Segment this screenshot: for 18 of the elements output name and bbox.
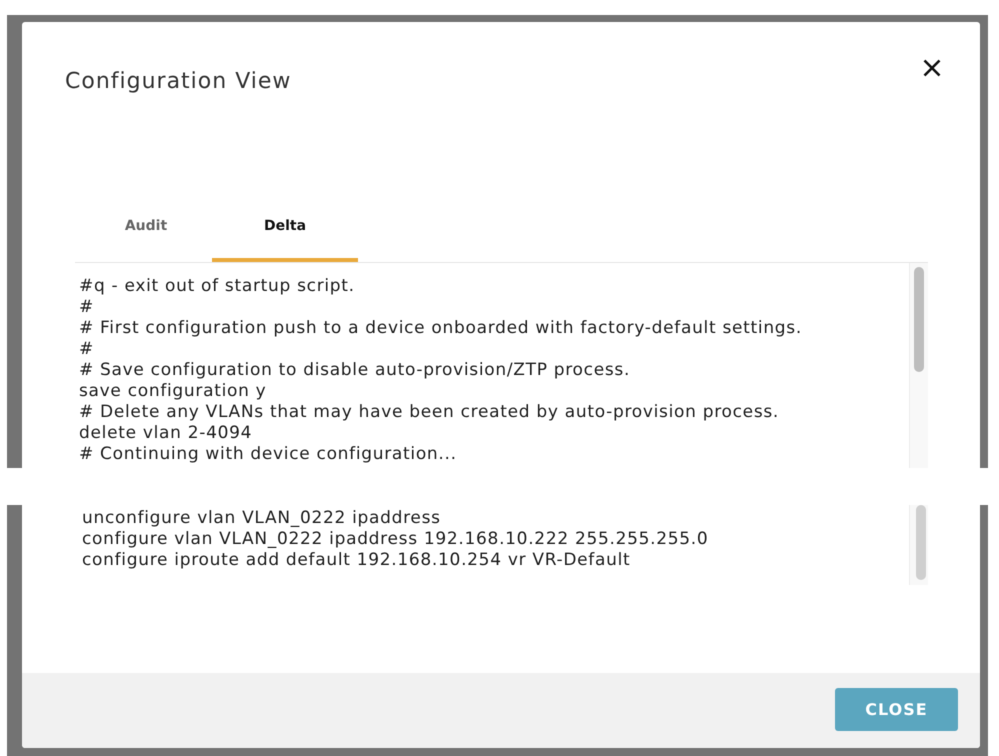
code-line: unconfigure vlan VLAN_0222 ipaddress [82, 508, 442, 529]
code-line: delete vlan 2-4094 [79, 423, 254, 444]
code-line: # Continuing with device configuration... [79, 444, 458, 465]
code-line: # First configuration push to a device onboarded with factory-default settings. [79, 318, 803, 339]
code-line: # Delete any VLANs that may have been created by auto-provision process. [79, 402, 780, 423]
code-line: # [79, 297, 95, 318]
scrollbar-thumb[interactable] [916, 505, 926, 580]
tab[interactable]: Delta [212, 202, 358, 262]
code-line: # [79, 339, 95, 360]
scrollbar-thumb[interactable] [914, 267, 924, 372]
close-icon[interactable] [923, 59, 941, 77]
dialog-title: Configuration View [65, 68, 292, 96]
code-line: configure vlan VLAN_0222 ipaddress 192.168.10.222 255.255.255.0 [82, 529, 710, 550]
code-line: # Save configuration to disable auto-provision/ZTP process. [79, 360, 632, 381]
code-line: #q - exit out of startup script. [79, 276, 356, 297]
code-line: save configuration y [79, 381, 268, 402]
tab[interactable]: Audit [80, 202, 212, 262]
code-line: configure iproute add default 192.168.10.254 vr VR-Default [82, 550, 632, 571]
